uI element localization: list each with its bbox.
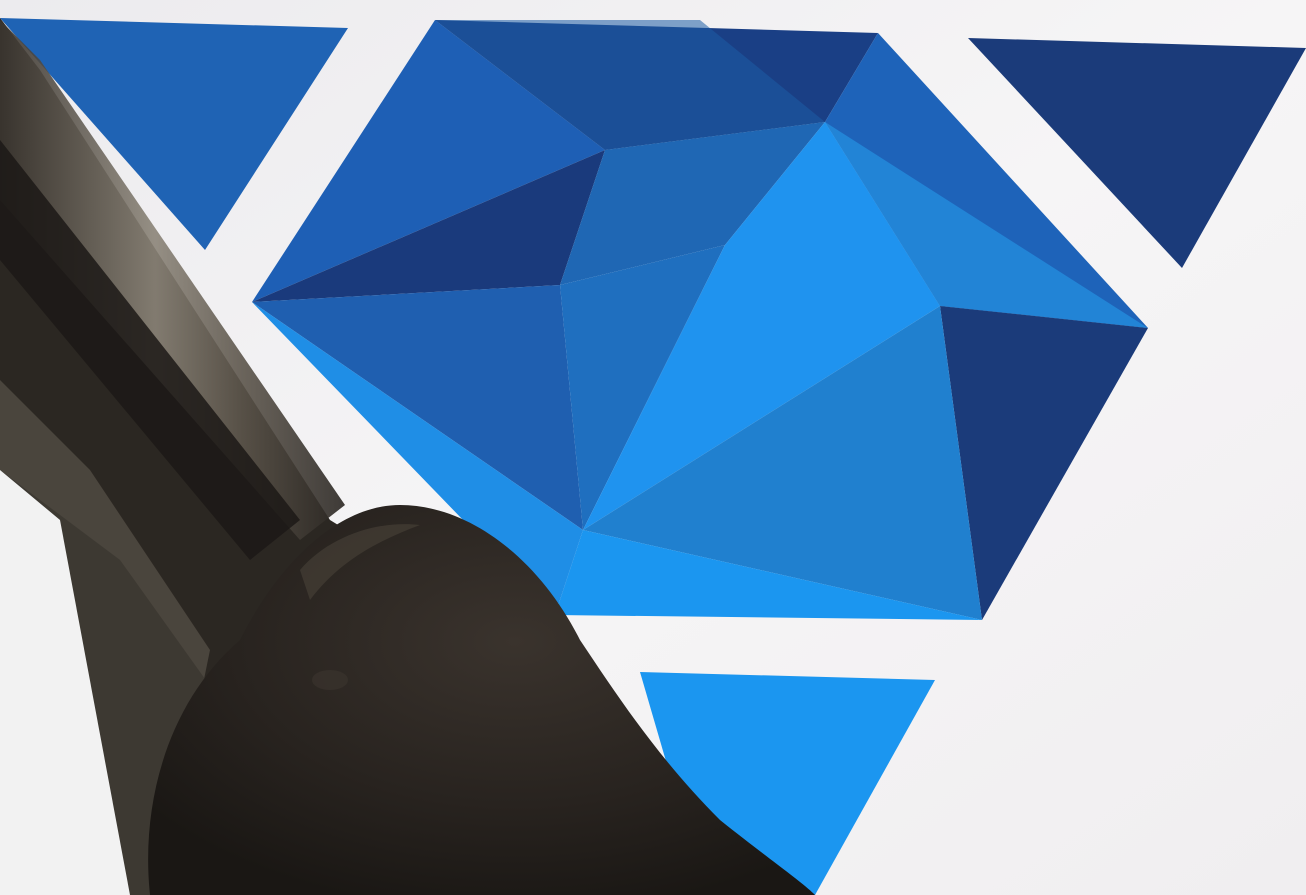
geometric-artwork bbox=[0, 0, 1306, 895]
photo-scene bbox=[0, 0, 1306, 895]
thumb-nail-shade bbox=[312, 670, 348, 690]
